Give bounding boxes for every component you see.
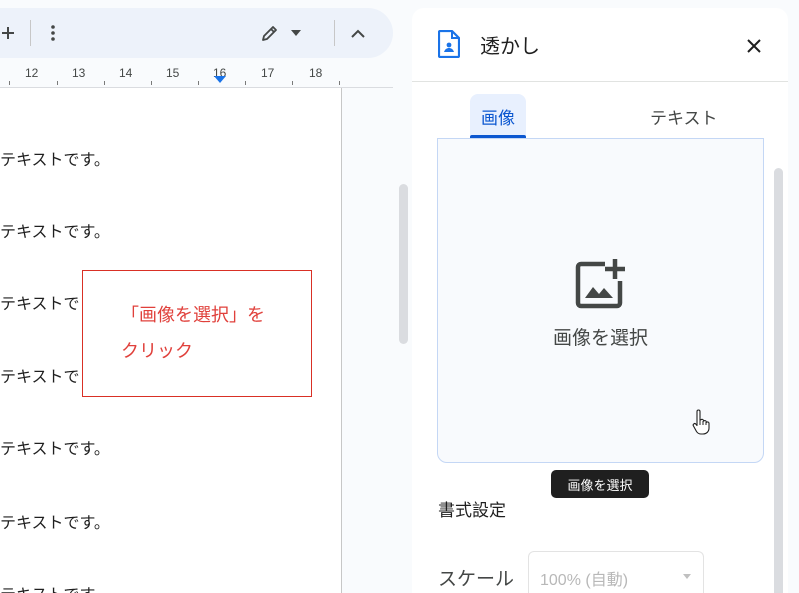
ruler-tick — [292, 81, 293, 85]
ruler-tick — [245, 81, 246, 85]
toolbar-divider — [30, 20, 31, 46]
ruler-tick — [104, 81, 105, 85]
ruler-tick — [151, 81, 152, 85]
panel-header: 透かし — [412, 8, 788, 82]
scale-select[interactable]: 100% (自動) — [528, 551, 704, 593]
arrow-drop-down-icon — [683, 574, 691, 579]
watermark-panel: 透かし 画像 テキスト 画像を選択 画像を選択 書式設定 スケール 100% (… — [412, 8, 788, 593]
formatting-heading: 書式設定 — [438, 501, 506, 520]
text-line[interactable]: テキストです。 — [0, 146, 110, 170]
hand-pointer-icon — [692, 409, 710, 435]
watermark-tabs: 画像 テキスト — [412, 94, 788, 138]
text-line[interactable]: テキストです。 — [0, 218, 110, 242]
chevron-up-icon[interactable] — [350, 22, 366, 44]
select-image-tooltip: 画像を選択 — [551, 470, 649, 498]
instruction-callout: 「画像を選択」を クリック — [82, 270, 312, 397]
document-scrollbar[interactable] — [399, 184, 408, 344]
ruler-number: 17 — [261, 66, 275, 80]
ruler-number: 13 — [72, 66, 86, 80]
tab-text[interactable]: テキスト — [640, 94, 728, 138]
callout-line-2: クリック — [121, 341, 193, 361]
ruler-tick — [9, 81, 10, 85]
add-photo-icon — [575, 259, 627, 309]
scale-value: 100% (自動) — [540, 572, 629, 589]
text-line[interactable]: テキストです。 — [0, 509, 110, 533]
horizontal-ruler[interactable]: 12 13 14 15 16 17 18 — [0, 62, 393, 88]
text-line[interactable]: テキストです。 — [0, 435, 110, 459]
panel-title: 透かし — [480, 36, 540, 58]
select-image-label: 画像を選択 — [552, 328, 648, 349]
callout-line-1: 「画像を選択」を — [121, 305, 265, 325]
close-icon[interactable] — [742, 34, 766, 58]
tab-image[interactable]: 画像 — [470, 94, 526, 138]
arrow-drop-down-icon[interactable] — [288, 22, 304, 44]
toolbar-divider — [334, 20, 335, 46]
watermark-doc-icon — [437, 29, 461, 59]
text-line[interactable]: テキストです。 — [0, 581, 110, 593]
indent-marker-icon[interactable] — [214, 76, 226, 83]
editor-toolbar — [0, 8, 393, 58]
scale-label: スケール — [438, 569, 515, 590]
more-vert-icon[interactable] — [48, 22, 58, 44]
ruler-tick — [198, 81, 199, 85]
text-line[interactable]: テキストで — [0, 290, 80, 314]
document-area: 12 13 14 15 16 17 18 テキストです。 テキストです。 テキス… — [0, 0, 412, 593]
ruler-tick — [57, 81, 58, 85]
ruler-number: 12 — [25, 66, 39, 80]
ruler-number: 18 — [309, 66, 323, 80]
plus-icon[interactable] — [0, 22, 16, 44]
text-line[interactable]: テキストで — [0, 363, 80, 387]
panel-scrollbar[interactable] — [774, 168, 783, 593]
ruler-number: 15 — [166, 66, 180, 80]
pencil-icon[interactable] — [258, 22, 282, 44]
ruler-tick — [339, 81, 340, 85]
select-image-dropzone[interactable]: 画像を選択 — [437, 138, 764, 463]
ruler-number: 14 — [119, 66, 133, 80]
